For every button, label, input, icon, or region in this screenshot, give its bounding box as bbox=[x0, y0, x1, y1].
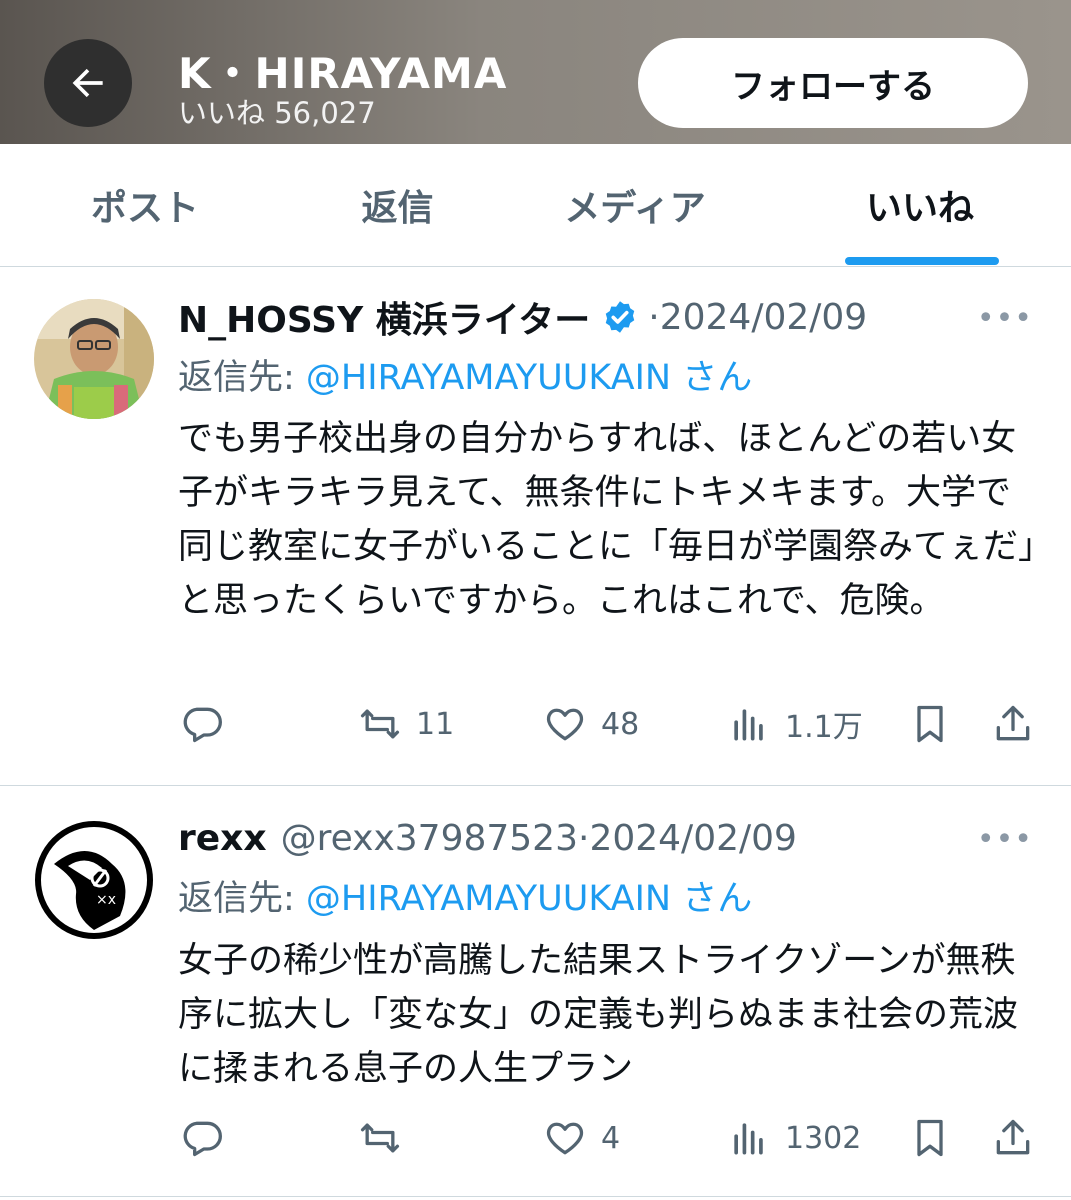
post-date: ·2024/02/09 bbox=[648, 296, 868, 338]
reply-to: 返信先: @HIRAYAMAYUUKAIN さん bbox=[178, 349, 752, 400]
author-handle[interactable]: @rexx37987523 bbox=[281, 818, 578, 859]
reply-button[interactable] bbox=[180, 1113, 238, 1163]
tab-replies[interactable]: 返信 bbox=[300, 144, 495, 266]
profile-header: K・HIRAYAMA いいね 56,027 フォローする bbox=[0, 0, 1071, 144]
post-actions: 11 48 1.1万 bbox=[0, 699, 1071, 749]
views-button[interactable]: 1.1万 bbox=[727, 699, 863, 749]
avatar[interactable]: ×x bbox=[34, 820, 154, 940]
tab-likes[interactable]: いいね bbox=[820, 144, 1020, 266]
views-count: 1.1万 bbox=[785, 710, 863, 745]
like-icon bbox=[546, 708, 584, 741]
reply-icon bbox=[183, 1121, 222, 1157]
repost-button[interactable]: 11 bbox=[358, 699, 454, 749]
post-date: ·2024/02/09 bbox=[578, 817, 797, 859]
repost-icon bbox=[360, 709, 400, 739]
repost-count: 11 bbox=[416, 706, 455, 742]
avatar[interactable] bbox=[34, 299, 154, 419]
more-options-icon[interactable]: ••• bbox=[977, 301, 1033, 336]
post-item[interactable]: ×x rexx @rexx37987523 ·2024/02/09 ••• 返信… bbox=[0, 786, 1071, 1197]
author-name[interactable]: rexx bbox=[178, 818, 267, 859]
like-button[interactable]: 48 bbox=[543, 699, 639, 749]
reply-to-prefix: 返信先: bbox=[178, 358, 306, 398]
repost-icon bbox=[360, 1123, 400, 1153]
like-button[interactable]: 4 bbox=[543, 1113, 620, 1163]
repost-button[interactable] bbox=[358, 1113, 416, 1163]
likes-count: いいね 56,027 bbox=[178, 96, 376, 130]
reply-mention-link[interactable]: @HIRAYAMAYUUKAIN さん bbox=[306, 358, 752, 398]
verified-badge-icon bbox=[606, 301, 635, 333]
views-count: 1302 bbox=[785, 1120, 862, 1156]
svg-text:×x: ×x bbox=[96, 892, 116, 908]
reply-icon bbox=[183, 707, 222, 743]
share-button[interactable] bbox=[991, 1113, 1035, 1163]
reply-to: 返信先: @HIRAYAMAYUUKAIN さん bbox=[178, 870, 752, 921]
follow-button[interactable]: フォローする bbox=[638, 38, 1028, 128]
bookmark-icon bbox=[917, 1119, 943, 1157]
tab-media[interactable]: メディア bbox=[530, 144, 740, 266]
post-header: rexx @rexx37987523 ·2024/02/09 bbox=[178, 816, 797, 860]
reply-button[interactable] bbox=[180, 699, 238, 749]
views-button[interactable]: 1302 bbox=[727, 1113, 861, 1163]
more-options-icon[interactable]: ••• bbox=[977, 822, 1033, 857]
reply-mention-link[interactable]: @HIRAYAMAYUUKAIN さん bbox=[306, 879, 752, 919]
like-count: 48 bbox=[601, 706, 640, 742]
reply-to-prefix: 返信先: bbox=[178, 879, 306, 919]
bookmark-icon bbox=[917, 705, 943, 743]
share-icon bbox=[996, 705, 1030, 741]
active-tab-indicator bbox=[845, 257, 999, 265]
views-icon bbox=[734, 709, 763, 741]
like-icon bbox=[546, 1122, 584, 1155]
back-arrow-icon bbox=[72, 68, 103, 98]
post-header: N_HOSSY 横浜ライター ·2024/02/09 bbox=[178, 295, 868, 342]
share-icon bbox=[996, 1119, 1030, 1155]
views-icon bbox=[734, 1123, 763, 1155]
like-count: 4 bbox=[601, 1120, 621, 1156]
share-button[interactable] bbox=[991, 699, 1035, 749]
post-text: でも男子校出身の自分からすれば、ほとんどの若い女子がキラキラ見えて、無条件にトキ… bbox=[178, 419, 1036, 621]
post-actions: 4 1302 bbox=[0, 1113, 1071, 1163]
post-text: 女子の稀少性が高騰した結果ストライクゾーンが無秩序に拡大し「変な女」の定義も判ら… bbox=[178, 941, 1019, 1089]
bookmark-button[interactable] bbox=[908, 699, 952, 749]
back-button[interactable] bbox=[44, 39, 132, 127]
profile-tabs: ポスト 返信 メディア いいね bbox=[0, 144, 1071, 267]
bookmark-button[interactable] bbox=[908, 1113, 952, 1163]
post-item[interactable]: N_HOSSY 横浜ライター ·2024/02/09 ••• 返信先: @HIR… bbox=[0, 267, 1071, 786]
tab-posts[interactable]: ポスト bbox=[40, 144, 250, 266]
author-name[interactable]: N_HOSSY 横浜ライター bbox=[178, 291, 590, 343]
